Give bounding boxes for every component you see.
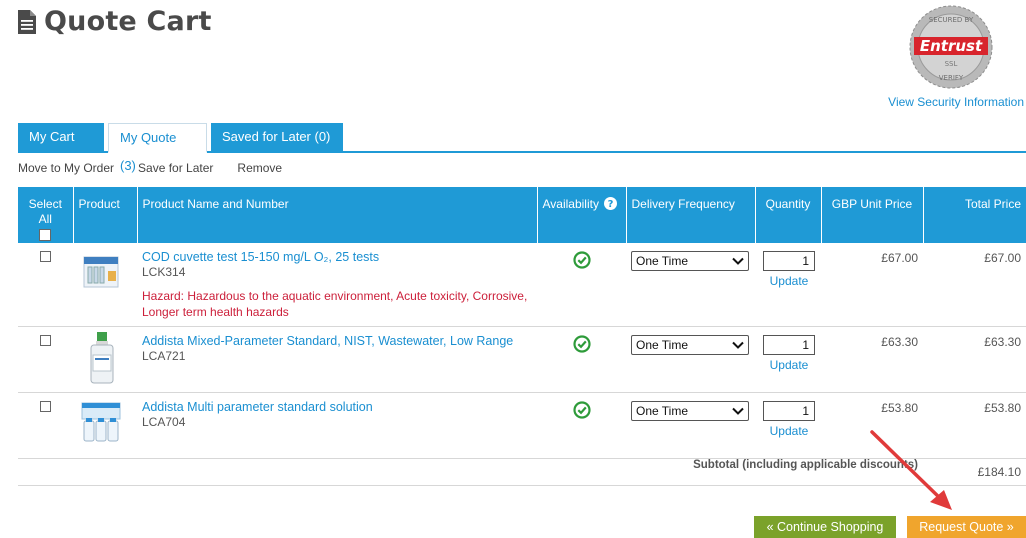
table-header-row: Select All Product Product Name and Numb…	[18, 187, 1026, 243]
total-price: £67.00	[923, 243, 1026, 327]
page-title: Quote Cart	[44, 6, 212, 37]
quantity-header: Quantity	[755, 187, 822, 243]
subtotal-row: Subtotal (including applicable discounts…	[18, 458, 1026, 486]
select-all-checkbox[interactable]	[39, 229, 52, 241]
product-header: Product	[73, 187, 138, 243]
save-for-later-action[interactable]: Save for Later	[138, 161, 213, 175]
subtotal-label: Subtotal (including applicable discounts…	[18, 458, 923, 486]
unit-price: £53.80	[821, 392, 923, 459]
view-security-information-link[interactable]: View Security Information	[888, 95, 1024, 109]
delivery-frequency-select[interactable]: One Time	[631, 335, 749, 355]
bulk-actions: Move to My Order Save for Later Remove	[18, 161, 282, 175]
delivery-frequency-select[interactable]: One Time	[631, 251, 749, 271]
product-code: LCK314	[142, 265, 186, 279]
delivery-frequency-value: One Time	[636, 338, 689, 352]
entrust-seal-icon: SECURED BY Entrust SSL VERIFY	[909, 5, 993, 89]
availability-label: Availability	[542, 197, 599, 211]
total-price-header: Total Price	[923, 187, 1026, 243]
total-price: £53.80	[923, 392, 1026, 459]
document-icon	[18, 9, 36, 34]
seal-ssl-text: SSL	[945, 60, 958, 68]
tab-my-quote[interactable]: My Quote (3)	[108, 123, 207, 173]
product-thumbnail-standard-kit[interactable]	[78, 399, 126, 445]
update-quantity-link[interactable]: Update	[763, 424, 815, 438]
select-all-header: Select All	[18, 187, 74, 243]
hazard-text: Hazard: Hazardous to the aquatic environ…	[142, 289, 528, 319]
product-name-link[interactable]: COD cuvette test 15-150 mg/L O₂, 25 test…	[142, 250, 532, 264]
delivery-frequency-header: Delivery Frequency	[626, 187, 756, 243]
quantity-input[interactable]: 1	[763, 251, 815, 271]
product-thumbnail-bottle[interactable]	[78, 331, 126, 387]
tab-my-cart[interactable]: My Cart (0)	[18, 123, 104, 172]
delivery-frequency-value: One Time	[636, 254, 689, 268]
available-check-icon	[572, 401, 591, 419]
update-quantity-link[interactable]: Update	[763, 358, 815, 372]
product-code: LCA704	[142, 415, 186, 429]
subtotal-value: £184.10	[923, 458, 1026, 486]
product-name-link[interactable]: Addista Mixed-Parameter Standard, NIST, …	[142, 334, 532, 348]
table-row: Addista Multi parameter standard solutio…	[18, 392, 1026, 459]
chevron-down-icon	[732, 341, 744, 349]
tab-saved-for-later[interactable]: Saved for Later (0)	[211, 123, 343, 151]
unit-price: £67.00	[821, 243, 923, 327]
seal-brand-text: Entrust	[920, 37, 983, 55]
svg-text:?: ?	[608, 199, 614, 210]
page-title-block: Quote Cart	[18, 6, 212, 37]
help-icon[interactable]: ?	[604, 197, 618, 210]
select-all-label: Select All	[28, 197, 62, 226]
row-checkbox[interactable]	[40, 401, 51, 412]
row-checkbox[interactable]	[40, 335, 51, 346]
table-row: COD cuvette test 15-150 mg/L O₂, 25 test…	[18, 243, 1026, 327]
product-thumbnail-cuvette-box[interactable]	[78, 253, 126, 293]
row-checkbox[interactable]	[40, 251, 51, 262]
product-code: LCA721	[142, 349, 186, 363]
quote-tabs: My Cart (0) My Quote (3) Saved for Later…	[18, 123, 1026, 173]
delivery-frequency-value: One Time	[636, 404, 689, 418]
available-check-icon	[572, 335, 591, 353]
chevron-down-icon	[732, 257, 744, 265]
quantity-input[interactable]: 1	[763, 401, 815, 421]
unit-price-header: GBP Unit Price	[821, 187, 924, 243]
quantity-input[interactable]: 1	[763, 335, 815, 355]
table-row: Addista Mixed-Parameter Standard, NIST, …	[18, 326, 1026, 393]
update-quantity-link[interactable]: Update	[763, 274, 815, 288]
remove-action[interactable]: Remove	[237, 161, 282, 175]
total-price: £63.30	[923, 326, 1026, 393]
availability-header: Availability ?	[537, 187, 627, 243]
delivery-frequency-select[interactable]: One Time	[631, 401, 749, 421]
product-name-header: Product Name and Number	[137, 187, 538, 243]
seal-bottom-text: VERIFY	[939, 74, 964, 82]
continue-shopping-button[interactable]: « Continue Shopping	[754, 516, 896, 538]
available-check-icon	[572, 251, 591, 269]
quote-table: Select All Product Product Name and Numb…	[18, 187, 1026, 486]
seal-top-text: SECURED BY	[929, 16, 974, 24]
unit-price: £63.30	[821, 326, 923, 393]
chevron-down-icon	[732, 407, 744, 415]
request-quote-button[interactable]: Request Quote »	[907, 516, 1026, 538]
move-to-order-action[interactable]: Move to My Order	[18, 161, 114, 175]
product-name-link[interactable]: Addista Multi parameter standard solutio…	[142, 400, 532, 414]
